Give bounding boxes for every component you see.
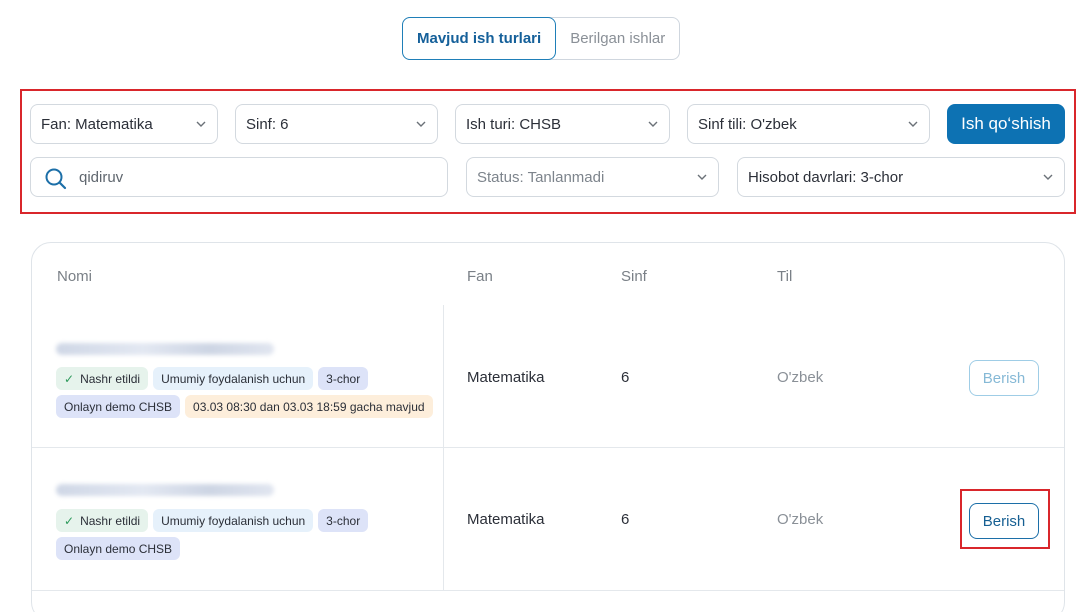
blurred-work-title bbox=[56, 484, 274, 496]
add-work-button[interactable]: Ish qo‘shish bbox=[947, 104, 1065, 144]
sinf-tili-select-value: Sinf tili: O'zbek bbox=[698, 115, 797, 133]
column-divider bbox=[443, 448, 444, 591]
check-icon: ✓ bbox=[64, 513, 75, 528]
sinf-select[interactable]: Sinf: 6 bbox=[235, 104, 438, 144]
status-badge: ✓ Nashr etildi bbox=[56, 509, 149, 532]
status-badge-label: Nashr etildi bbox=[80, 371, 141, 386]
chevron-down-icon bbox=[908, 121, 918, 127]
check-icon: ✓ bbox=[64, 371, 75, 386]
row-tags: ✓ Nashr etildi Umumiy foydalanish uchun 3… bbox=[56, 509, 436, 560]
table-row: ✓ Nashr etildi Umumiy foydalanish uchun 3… bbox=[32, 448, 1064, 591]
berish-button-highlight bbox=[960, 489, 1050, 549]
chevron-down-icon bbox=[1043, 174, 1053, 180]
hisobot-davrlari-select[interactable]: Hisobot davrlari: 3-chor bbox=[737, 157, 1065, 197]
quarter-badge: 3-chor bbox=[318, 509, 369, 532]
sinf-select-value: Sinf: 6 bbox=[246, 115, 289, 133]
chevron-down-icon bbox=[196, 121, 206, 127]
row-sinf: 6 bbox=[621, 511, 630, 528]
demo-badge: Onlayn demo CHSB bbox=[56, 537, 181, 560]
usage-badge: Umumiy foydalanish uchun bbox=[153, 509, 314, 532]
chevron-down-icon bbox=[416, 121, 426, 127]
row-til: O'zbek bbox=[777, 511, 824, 528]
blurred-work-title bbox=[56, 343, 274, 355]
column-header-nomi: Nomi bbox=[57, 268, 93, 285]
column-header-fan: Fan bbox=[467, 268, 493, 285]
tab-berilgan-ishlar[interactable]: Berilgan ishlar bbox=[556, 18, 679, 59]
row-sinf: 6 bbox=[621, 369, 630, 386]
row-tags: ✓ Nashr etildi Umumiy foydalanish uchun 3… bbox=[56, 367, 436, 418]
column-header-sinf: Sinf bbox=[621, 268, 647, 285]
table-row: ✓ Nashr etildi Umumiy foydalanish uchun 3… bbox=[32, 305, 1064, 448]
sinf-tili-select[interactable]: Sinf tili: O'zbek bbox=[687, 104, 930, 144]
status-select-value: Status: Tanlanmadi bbox=[477, 168, 605, 186]
chevron-down-icon bbox=[697, 174, 707, 180]
demo-badge: Onlayn demo CHSB bbox=[56, 395, 181, 418]
column-divider bbox=[443, 305, 444, 448]
row-fan: Matematika bbox=[467, 369, 545, 386]
column-header-til: Til bbox=[777, 268, 793, 285]
ish-turi-select-value: Ish turi: CHSB bbox=[466, 115, 562, 133]
work-types-table: Nomi Fan Sinf Til ✓ Nashr etildi Umumiy f… bbox=[31, 242, 1065, 612]
quarter-badge: 3-chor bbox=[318, 367, 369, 390]
status-badge-label: Nashr etildi bbox=[80, 513, 141, 528]
availability-badge: 03.03 08:30 dan 03.03 18:59 gacha mavjud bbox=[185, 395, 433, 418]
fan-select[interactable]: Fan: Matematika bbox=[30, 104, 218, 144]
fan-select-value: Fan: Matematika bbox=[41, 115, 153, 133]
search-input[interactable]: qidiruv bbox=[30, 157, 448, 197]
tab-mavjud-ish-turlari[interactable]: Mavjud ish turlari bbox=[402, 17, 557, 60]
chevron-down-icon bbox=[648, 121, 658, 127]
search-icon bbox=[45, 168, 67, 190]
search-placeholder: qidiruv bbox=[79, 168, 124, 186]
status-badge: ✓ Nashr etildi bbox=[56, 367, 149, 390]
status-select[interactable]: Status: Tanlanmadi bbox=[466, 157, 719, 197]
view-tabs: Mavjud ish turlari Berilgan ishlar bbox=[402, 17, 681, 60]
row-fan: Matematika bbox=[467, 511, 545, 528]
ish-turi-select[interactable]: Ish turi: CHSB bbox=[455, 104, 670, 144]
usage-badge: Umumiy foydalanish uchun bbox=[153, 367, 314, 390]
row-til: O'zbek bbox=[777, 369, 824, 386]
hisobot-select-value: Hisobot davrlari: 3-chor bbox=[748, 168, 904, 186]
berish-button[interactable]: Berish bbox=[969, 360, 1039, 396]
